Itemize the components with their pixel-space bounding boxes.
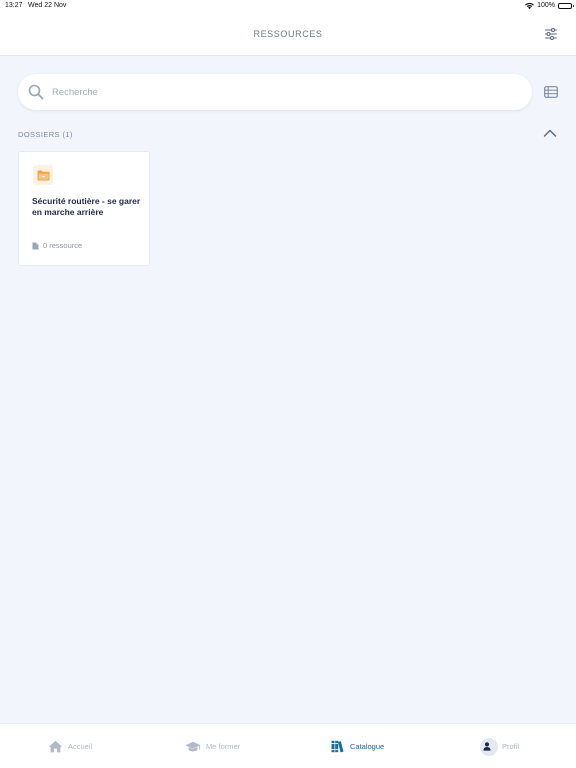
folder-title: Sécurité routière - se garer en marche a… (32, 196, 141, 217)
avatar (480, 737, 498, 756)
books-icon (331, 740, 344, 753)
folder-card[interactable]: Sécurité routière - se garer en marche a… (18, 151, 150, 266)
chevron-up-icon[interactable] (543, 128, 557, 138)
document-icon (32, 242, 39, 249)
home-icon (48, 740, 63, 753)
tab-catalogue[interactable]: Catalogue (331, 724, 384, 768)
search-input[interactable] (52, 74, 512, 110)
folder-icon (37, 170, 49, 180)
folder-icon-tile (33, 165, 53, 185)
wifi-icon (525, 2, 534, 10)
tab-label: Me former (206, 742, 241, 751)
status-date: Wed 22 Nov (28, 2, 67, 9)
status-bar: 13:27 Wed 22 Nov 100% (0, 0, 576, 12)
battery-icon (558, 3, 574, 9)
tab-label: Profil (502, 742, 520, 751)
status-time: 13:27 (5, 2, 23, 9)
resource-count: 0 ressource (32, 241, 82, 250)
navigation-header: RESSOURCES (0, 12, 576, 56)
tab-label: Catalogue (350, 742, 385, 751)
section-header-folders: DOSSIERS (1) (18, 130, 73, 139)
tab-bar: Accueil Me former Catalogue Profil (0, 723, 576, 768)
tab-accueil[interactable]: Accueil (48, 724, 92, 768)
user-icon (482, 742, 491, 751)
battery-percentage: 100% (537, 2, 555, 9)
tab-profil[interactable]: Profil (480, 724, 519, 768)
resource-count-label: 0 ressource (43, 241, 83, 250)
search-bar[interactable] (18, 74, 532, 110)
filter-sliders-icon[interactable] (544, 27, 558, 41)
search-icon (28, 84, 44, 100)
graduation-cap-icon (185, 741, 201, 751)
tab-me-former[interactable]: Me former (185, 724, 240, 768)
page-title: RESSOURCES (253, 29, 323, 39)
list-view-icon[interactable] (544, 86, 558, 98)
tab-label: Accueil (68, 742, 93, 751)
